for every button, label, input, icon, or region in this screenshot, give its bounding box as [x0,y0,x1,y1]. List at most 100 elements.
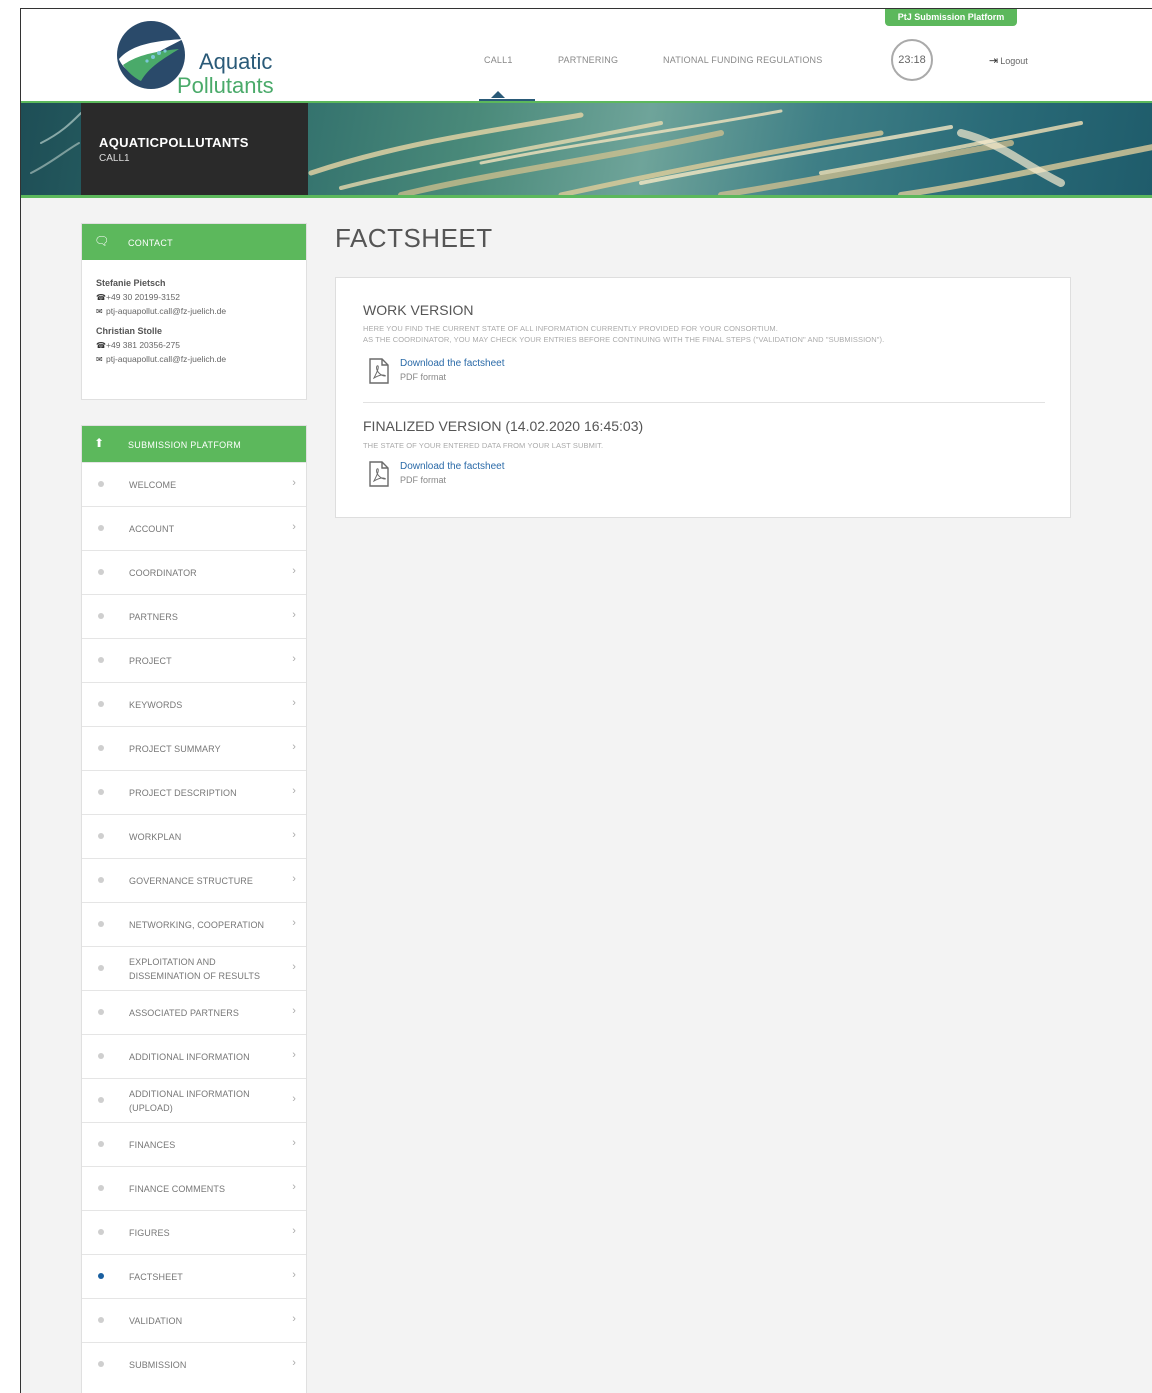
logo-text-pollutants: Pollutants [177,73,274,98]
chevron-right-icon: › [292,961,296,973]
status-dot-icon [98,789,104,795]
finalized-version-title: FINALIZED VERSION (14.02.2020 16:45:03) [363,418,644,434]
chevron-right-icon: › [292,653,296,665]
work-version-title: WORK VERSION [363,302,474,318]
final-download-link[interactable]: Download the factsheet [400,461,505,472]
submission-menu: WELCOME › ACCOUNT › COORDINATOR › PARTNERS › PRO… [82,462,306,1386]
sidebar-item-label: PROJECT [129,655,172,666]
banner-title: AQUATICPOLLUTANTS [99,135,249,150]
chevron-right-icon: › [292,565,296,577]
contact-phone: ☎+49 30 20199-3152 [96,292,180,302]
contact-panel-title: CONTACT [128,238,173,248]
sidebar-item[interactable]: EXPLOITATION AND DISSEMINATION OF RESULT… [82,946,306,990]
nav-national-funding-regulations[interactable]: NATIONAL FUNDING REGULATIONS [663,55,822,65]
chevron-right-icon: › [292,1137,296,1149]
envelope-icon: ✉ [96,307,103,316]
contact-phone: ☎+49 381 20356-275 [96,340,180,350]
logout-label: Logout [1000,56,1028,66]
chevron-right-icon: › [292,1313,296,1325]
phone-icon: ☎ [96,341,106,350]
sidebar-item[interactable]: PARTNERS › [82,594,306,638]
sidebar-item[interactable]: SUBMISSION › [82,1342,306,1386]
status-dot-icon [98,1141,104,1147]
sidebar-item[interactable]: GOVERNANCE STRUCTURE › [82,858,306,902]
header: Aquatic Pollutants PtJ Submission Platfo… [21,9,1152,103]
page-frame: Aquatic Pollutants PtJ Submission Platfo… [20,8,1152,1393]
submission-panel-header: ⬆ SUBMISSION PLATFORM [82,426,306,462]
contact-email[interactable]: ✉ ptj-aquapollut.call@fz-juelich.de [96,354,292,364]
sidebar-item[interactable]: ADDITIONAL INFORMATION › [82,1034,306,1078]
sidebar-item-label: PROJECT DESCRIPTION [129,787,237,798]
status-dot-icon [98,1317,104,1323]
status-dot-icon [98,833,104,839]
chevron-right-icon: › [292,1093,296,1105]
sidebar-item[interactable]: ACCOUNT › [82,506,306,550]
chevron-right-icon: › [292,1049,296,1061]
chevron-right-icon: › [292,741,296,753]
work-version-desc-2: AS THE COORDINATOR, YOU MAY CHECK YOUR E… [363,335,885,344]
pdf-icon [369,358,389,384]
logout-button[interactable]: ⇥ Logout [989,54,1028,67]
contact-email[interactable]: ✉ ptj-aquapollut.call@fz-juelich.de [96,306,292,316]
sidebar-item-label: FIGURES [129,1227,170,1238]
logo-text-aquatic: Aquatic [199,49,273,74]
chevron-right-icon: › [292,1181,296,1193]
sidebar-item-label: PROJECT SUMMARY [129,743,221,754]
sidebar-item[interactable]: ADDITIONAL INFORMATION (UPLOAD) › [82,1078,306,1122]
sidebar-item-label: EXPLOITATION AND DISSEMINATION OF RESULT… [129,956,261,981]
sidebar-item[interactable]: VALIDATION › [82,1298,306,1342]
chevron-right-icon: › [292,873,296,885]
sidebar-item[interactable]: WORKPLAN › [82,814,306,858]
sidebar-item[interactable]: FACTSHEET › [82,1254,306,1298]
sidebar-item-label: PARTNERS [129,611,178,622]
final-download-format: PDF format [400,475,447,485]
sidebar-item[interactable]: FINANCE COMMENTS › [82,1166,306,1210]
factsheet-card: WORK VERSION HERE YOU FIND THE CURRENT S… [335,277,1071,518]
chevron-right-icon: › [292,1225,296,1237]
hero-banner: AQUATICPOLLUTANTS CALL1 [21,103,1152,195]
sidebar-item[interactable]: FIGURES › [82,1210,306,1254]
sidebar-item-label: KEYWORDS [129,699,183,710]
platform-tab[interactable]: PtJ Submission Platform [885,9,1017,26]
status-dot-icon [98,921,104,927]
sidebar-item[interactable]: PROJECT SUMMARY › [82,726,306,770]
logo[interactable]: Aquatic Pollutants [113,15,303,98]
sidebar-item[interactable]: FINANCES › [82,1122,306,1166]
pdf-icon [369,461,389,487]
contact-name: Christian Stolle [96,326,163,336]
chevron-right-icon: › [292,609,296,621]
sidebar-item-label: GOVERNANCE STRUCTURE [129,875,254,886]
phone-icon: ☎ [96,293,106,302]
sidebar-item[interactable]: NETWORKING, COOPERATION › [82,902,306,946]
chevron-right-icon: › [292,829,296,841]
page-title: FACTSHEET [335,223,493,253]
sidebar-item-label: COORDINATOR [129,567,197,578]
banner-divider [21,195,1152,198]
chevron-right-icon: › [292,1269,296,1281]
chevron-right-icon: › [292,477,296,489]
status-dot-icon [98,1097,104,1103]
contact-name: Stefanie Pietsch [96,278,166,288]
envelope-icon: ✉ [96,355,103,364]
nav-call1[interactable]: CALL1 [484,55,513,98]
status-dot-icon [98,481,104,487]
sidebar-item[interactable]: COORDINATOR › [82,550,306,594]
sidebar-item[interactable]: PROJECT › [82,638,306,682]
status-dot-icon [98,1361,104,1367]
sidebar-item-label: WELCOME [129,479,177,490]
status-dot-icon [98,1185,104,1191]
sidebar-item[interactable]: KEYWORDS › [82,682,306,726]
submission-panel: ⬆ SUBMISSION PLATFORM WELCOME › ACCOUNT › CO… [81,425,307,1393]
nav-partnering[interactable]: PARTNERING [558,55,618,65]
sidebar-item[interactable]: WELCOME › [82,462,306,506]
status-dot-icon [98,657,104,663]
submission-panel-title: SUBMISSION PLATFORM [128,440,242,450]
status-dot-icon [98,701,104,707]
status-dot-icon [98,1229,104,1235]
sidebar-item[interactable]: PROJECT DESCRIPTION › [82,770,306,814]
work-download-link[interactable]: Download the factsheet [400,358,505,369]
sidebar-item[interactable]: ASSOCIATED PARTNERS › [82,990,306,1034]
status-dot-icon [98,525,104,531]
logout-icon: ⇥ [989,55,999,67]
finalized-version-desc: THE STATE OF YOUR ENTERED DATA FROM YOUR… [363,441,604,450]
